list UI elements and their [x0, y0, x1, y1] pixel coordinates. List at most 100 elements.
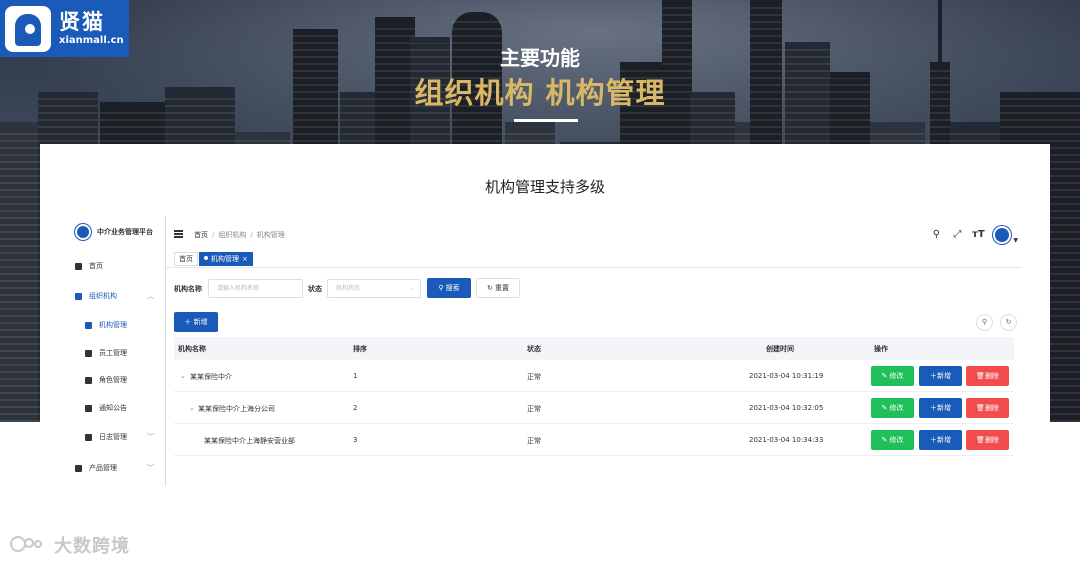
add-child-button[interactable]: ＋新增 — [919, 430, 962, 450]
breadcrumb: 首页 / 组织机构 / 机构管理 — [194, 231, 285, 239]
logo-domain: xianmall.cn — [59, 34, 124, 46]
org-name: 某某保险中介上海静安营业部 — [204, 437, 295, 445]
table-header: 机构名称 排序 状态 创建时间 操作 — [174, 337, 1014, 360]
sidebar-item-label: 角色管理 — [99, 376, 127, 384]
watermark: 大数跨境 — [8, 532, 130, 558]
sidebar-item-label: 机构管理 — [99, 321, 127, 329]
filter-form: 机构名称 请输入机构名称 状态 机构状态 ⌄ ⚲ 搜索 ↻ 重置 — [166, 278, 1022, 300]
org-created: 2021-03-04 10:31:19 — [749, 372, 824, 380]
breadcrumb-item[interactable]: 组织机构 — [218, 231, 246, 239]
tab-org-manage[interactable]: 机构管理 × — [199, 252, 253, 266]
screenshot-card: 机构管理支持多级 中介业务管理平台 首页 组织机构 ︿ 机构管理 员工管理 角色… — [40, 144, 1050, 494]
watermark-logo-icon — [8, 534, 48, 556]
delete-button[interactable]: 🗑删除 — [966, 430, 1009, 450]
close-icon[interactable]: × — [242, 255, 248, 263]
column-header: 机构名称 — [178, 345, 206, 353]
top-tools: ⚲ ⤢ тT ▼ — [922, 226, 1018, 244]
sidebar-item-label: 员工管理 — [99, 349, 127, 357]
status-label: 状态 — [308, 285, 322, 293]
breadcrumb-item[interactable]: 首页 — [194, 231, 208, 239]
expand-icon[interactable]: ⌄ — [189, 404, 195, 412]
org-name-label: 机构名称 — [174, 285, 202, 293]
edit-button[interactable]: ✎ 修改 — [871, 398, 914, 418]
font-size-icon[interactable]: тT — [971, 228, 985, 242]
table-row: ⌄ 某某保险中介 1 正常 2021-03-04 10:31:19 ✎ 修改 ＋… — [174, 360, 1014, 392]
table-row: ⌄ 某某保险中介上海分公司 2 正常 2021-03-04 10:32:05 ✎… — [174, 392, 1014, 424]
logo-name: 贤猫 — [59, 8, 105, 34]
sidebar-item-logs[interactable]: 日志管理 ﹀ — [67, 427, 166, 447]
search-button[interactable]: ⚲ 搜索 — [427, 278, 471, 298]
watermark-text: 大数跨境 — [54, 536, 130, 557]
platform-logo-icon — [75, 224, 91, 240]
sidebar-item-label: 通知公告 — [99, 404, 127, 412]
column-header: 操作 — [874, 345, 888, 353]
tab-home[interactable]: 首页 — [174, 252, 198, 266]
admin-app: 中介业务管理平台 首页 组织机构 ︿ 机构管理 员工管理 角色管理 通知公告 日… — [67, 216, 1022, 486]
org-name-input[interactable]: 请输入机构名称 — [208, 279, 303, 298]
add-button[interactable]: ＋ 新增 — [174, 312, 218, 332]
hero-subtitle: 主要功能 — [500, 46, 580, 70]
fullscreen-icon[interactable]: ⤢ — [950, 228, 964, 242]
slide: 主要功能 组织机构 机构管理 贤猫 xianmall.cn 机构管理支持多级 中… — [0, 0, 1080, 567]
cat-logo-icon — [5, 5, 51, 52]
tags-view: 首页 机构管理 × — [166, 250, 1022, 268]
add-child-button[interactable]: ＋新增 — [919, 366, 962, 386]
expand-icon[interactable]: ⌄ — [180, 372, 186, 380]
users-icon — [85, 376, 92, 384]
platform-brand: 中介业务管理平台 — [75, 224, 153, 240]
card-caption: 机构管理支持多级 — [484, 178, 605, 196]
sidebar-item-org[interactable]: 组织机构 ︿ — [67, 286, 166, 306]
sidebar-item-staff[interactable]: 员工管理 — [67, 343, 166, 363]
column-header: 排序 — [353, 345, 367, 353]
chevron-up-icon: ︿ — [147, 292, 154, 300]
user-icon — [85, 349, 92, 357]
status-select[interactable]: 机构状态 ⌄ — [327, 279, 421, 298]
tree-icon — [85, 321, 92, 329]
org-status: 正常 — [527, 373, 541, 381]
main-content: 首页/组织机构/机构管理 ⚲ ⤢ тT ▼ 首页 机构管理× 机构名称 — [166, 216, 1022, 486]
sidebar-item-label: 首页 — [89, 262, 103, 270]
org-status: 正常 — [527, 437, 541, 445]
log-icon — [85, 433, 92, 441]
home-icon — [75, 262, 82, 270]
column-header: 状态 — [527, 345, 541, 353]
org-status: 正常 — [527, 405, 541, 413]
reset-button[interactable]: ↻ 重置 — [476, 278, 520, 298]
sidebar-item-products[interactable]: 产品管理 ﹀ — [67, 458, 166, 478]
add-child-button[interactable]: ＋新增 — [919, 398, 962, 418]
menu-toggle-icon[interactable] — [174, 230, 183, 238]
search-toggle-icon[interactable]: ⚲ — [976, 314, 993, 331]
caret-down-icon[interactable]: ▼ — [1013, 237, 1018, 244]
sidebar-item-label: 产品管理 — [89, 464, 117, 472]
sidebar-item-home[interactable]: 首页 — [67, 256, 166, 276]
sidebar-item-notice[interactable]: 通知公告 — [67, 398, 166, 418]
org-icon — [75, 292, 82, 300]
chevron-down-icon: ﹀ — [147, 433, 154, 441]
sidebar-item-label: 日志管理 — [99, 433, 127, 441]
breadcrumb-item: 机构管理 — [256, 231, 285, 239]
delete-button[interactable]: 🗑删除 — [966, 398, 1009, 418]
sidebar-item-label: 组织机构 — [89, 292, 117, 300]
delete-button[interactable]: 🗑删除 — [966, 366, 1009, 386]
org-created: 2021-03-04 10:32:05 — [749, 404, 824, 412]
product-icon — [75, 464, 82, 472]
sidebar-item-roles[interactable]: 角色管理 — [67, 370, 166, 390]
table-row: 某某保险中介上海静安营业部 3 正常 2021-03-04 10:34:33 ✎… — [174, 424, 1014, 456]
org-name: 某某保险中介上海分公司 — [198, 405, 275, 413]
org-name: 某某保险中介 — [190, 373, 232, 381]
avatar[interactable] — [993, 226, 1012, 244]
message-icon — [85, 404, 92, 412]
title-underline — [514, 119, 578, 122]
column-header: 创建时间 — [766, 345, 794, 353]
top-bar: 首页 / 组织机构 / 机构管理 ⚲ ⤢ тT ▼ — [166, 216, 1022, 250]
hero-title: 组织机构 机构管理 — [414, 76, 666, 110]
edit-button[interactable]: ✎ 修改 — [871, 366, 914, 386]
org-created: 2021-03-04 10:34:33 — [749, 436, 824, 444]
sidebar-item-org-manage[interactable]: 机构管理 — [67, 315, 166, 335]
brand-logo: 贤猫 xianmall.cn — [0, 0, 129, 57]
edit-button[interactable]: ✎ 修改 — [871, 430, 914, 450]
platform-name: 中介业务管理平台 — [97, 228, 153, 236]
sidebar: 中介业务管理平台 首页 组织机构 ︿ 机构管理 员工管理 角色管理 通知公告 日… — [67, 216, 166, 486]
refresh-icon[interactable]: ↻ — [1000, 314, 1017, 331]
search-icon[interactable]: ⚲ — [929, 228, 943, 242]
